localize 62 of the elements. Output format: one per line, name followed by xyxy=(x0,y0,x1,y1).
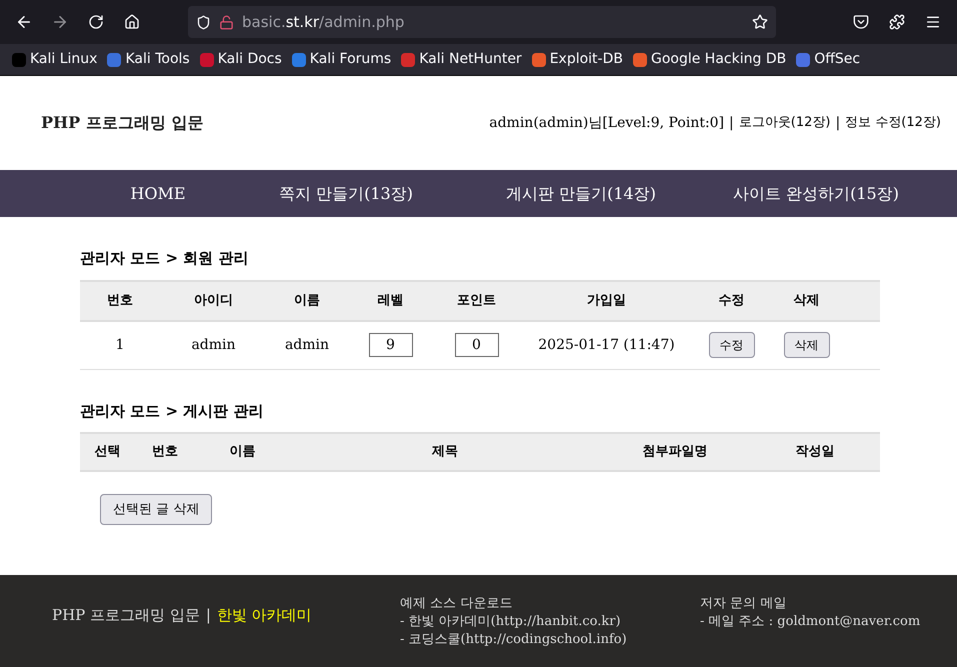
user-info: admin(admin)님[Level:9, Point:0] xyxy=(489,114,724,132)
bookmark-link[interactable]: Kali Docs xyxy=(200,49,282,70)
level-input[interactable]: 9 xyxy=(368,333,412,357)
table-cell-text: 1 xyxy=(114,336,126,354)
shield-icon xyxy=(196,14,211,30)
address-bar[interactable]: basic.st.kr/admin.php xyxy=(188,6,776,38)
pocket-icon xyxy=(853,14,869,30)
bookmark-star-icon[interactable] xyxy=(752,14,768,30)
footer-text: - 메일 주소 : goldmont@naver.com xyxy=(700,613,920,631)
nav-link[interactable]: 쪽지 만들기(13장) xyxy=(226,182,466,206)
footer-text: - 한빛 아카데미(http://hanbit.co.kr) xyxy=(400,613,622,631)
column-header: 이름 xyxy=(293,292,321,310)
divider-text: | xyxy=(729,114,734,132)
footer-title: PHP 프로그래밍 입문 xyxy=(52,605,200,626)
column-header: 삭제 xyxy=(792,292,820,310)
url-text: basic.st.kr/admin.php xyxy=(242,12,404,33)
column-header: 제목 xyxy=(431,443,459,462)
header-link[interactable]: 로그아웃(12장) xyxy=(738,113,830,133)
delete-selected-button[interactable]: 선택된 글 삭제 xyxy=(100,494,212,525)
edit-button[interactable]: 수정 xyxy=(708,332,754,358)
column-header: 아이디 xyxy=(193,292,234,310)
footer-text: 저자 문의 메일 xyxy=(700,595,788,613)
column-header: 가입일 xyxy=(586,292,627,310)
nav-link[interactable]: 게시판 만들기(14장) xyxy=(466,182,696,206)
bookmark-link[interactable]: OffSec xyxy=(796,49,860,70)
column-header: 이름 xyxy=(228,443,256,462)
point-input[interactable]: 0 xyxy=(454,333,498,357)
nav-link[interactable]: HOME xyxy=(90,182,226,206)
menu-icon xyxy=(925,14,941,30)
bookmark-link[interactable]: Kali Forums xyxy=(292,49,392,70)
column-header: 번호 xyxy=(106,292,134,310)
brand-text: 한빛 아카데미 xyxy=(216,605,312,626)
reload-icon xyxy=(88,14,104,30)
column-header: 포인트 xyxy=(456,292,497,310)
bookmark-link[interactable]: Google Hacking DB xyxy=(632,49,786,70)
footer-text: - 코딩스쿨(http://codingschool.info) xyxy=(400,631,628,649)
column-header: 작성일 xyxy=(794,443,836,462)
table-cell-text: admin xyxy=(284,336,330,354)
column-header: 선택 xyxy=(94,443,122,462)
puzzle-icon xyxy=(889,14,905,30)
home-icon xyxy=(124,14,140,30)
column-header: 레벨 xyxy=(376,292,404,310)
nav-link[interactable]: 사이트 완성하기(15장) xyxy=(696,182,936,206)
bookmark-link[interactable]: Kali Linux xyxy=(12,49,98,70)
site-title: PHP 프로그래밍 입문 xyxy=(41,112,204,134)
section-title: 관리자 모드 > 게시판 관리 xyxy=(80,400,264,422)
divider-text: | xyxy=(206,605,211,626)
forward-arrow-icon xyxy=(51,13,69,31)
header-link[interactable]: 정보 수정(12장) xyxy=(845,113,941,133)
bookmark-link[interactable]: Kali NetHunter xyxy=(401,49,522,70)
bookmark-link[interactable]: Kali Tools xyxy=(107,49,190,70)
lock-icon xyxy=(219,14,234,30)
table-cell-text: admin xyxy=(190,336,237,354)
bookmark-link[interactable]: Exploit-DB xyxy=(532,49,623,70)
table-cell-text: 2025-01-17 (11:47) xyxy=(537,336,676,354)
column-header: 첨부파일명 xyxy=(642,443,708,462)
footer-text: 예제 소스 다운로드 xyxy=(400,595,514,613)
delete-button[interactable]: 삭제 xyxy=(784,332,830,358)
divider-text: | xyxy=(835,114,840,132)
section-title: 관리자 모드 > 회원 관리 xyxy=(80,248,250,269)
column-header: 수정 xyxy=(718,292,746,310)
column-header: 번호 xyxy=(151,443,179,462)
